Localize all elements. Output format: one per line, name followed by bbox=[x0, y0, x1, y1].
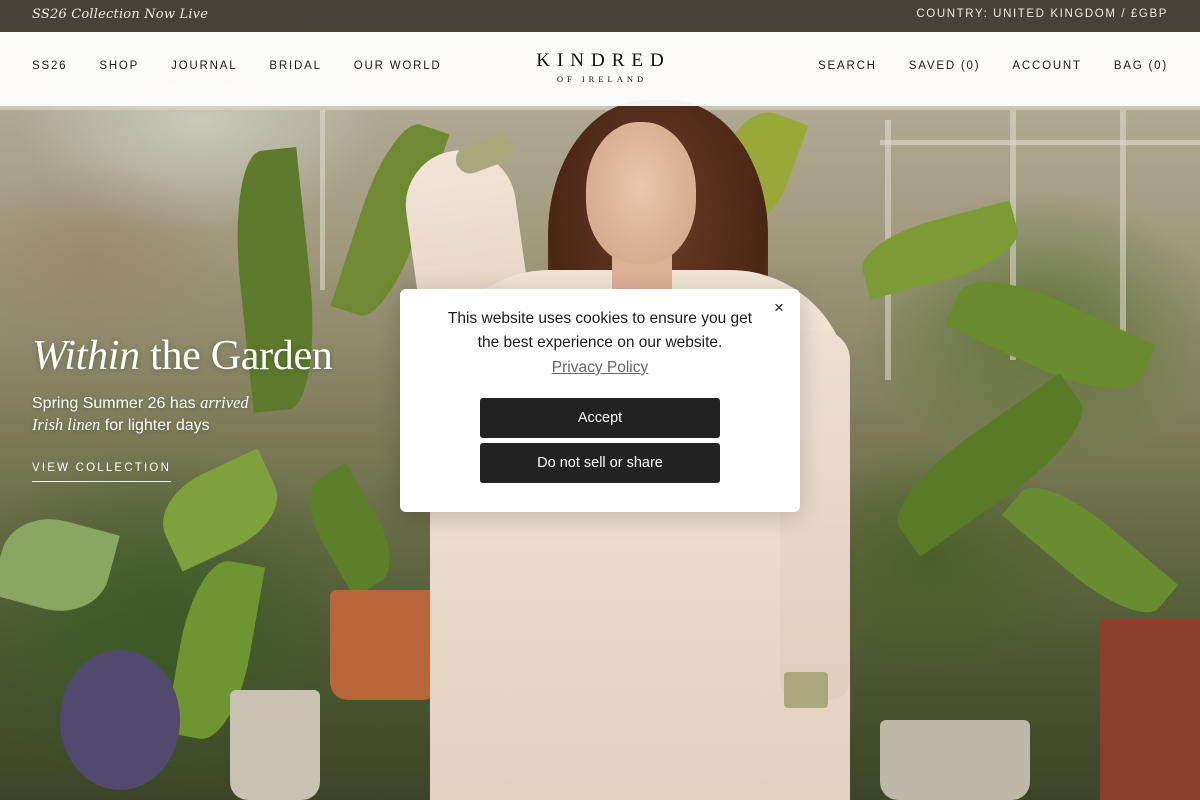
hero-title-rest: the Garden bbox=[139, 333, 333, 379]
nav-item-our-world[interactable]: OUR WORLD bbox=[354, 60, 442, 72]
hero-copy: Within the Garden Spring Summer 26 has a… bbox=[32, 332, 333, 482]
logo-wordmark: KINDRED bbox=[536, 50, 671, 71]
hero-sub-plain-1: Spring Summer 26 has bbox=[32, 395, 201, 412]
plant-pot bbox=[880, 720, 1030, 800]
main-nav: SS26 SHOP JOURNAL BRIDAL OUR WORLD KINDR… bbox=[0, 32, 1200, 106]
plant-pot bbox=[330, 590, 440, 700]
plant-leaf bbox=[294, 463, 406, 597]
logo-subtitle: OF IRELAND bbox=[556, 74, 648, 84]
greenhouse-frame bbox=[880, 140, 1200, 145]
nav-item-shop[interactable]: SHOP bbox=[99, 60, 139, 72]
cookie-message: This website uses cookies to ensure you … bbox=[447, 310, 753, 351]
plant-pot bbox=[230, 690, 320, 800]
hero-title: Within the Garden bbox=[32, 332, 333, 380]
greenhouse-frame bbox=[0, 106, 1200, 110]
close-icon[interactable]: × bbox=[768, 297, 790, 319]
nav-right-menu: SEARCH SAVED (0) ACCOUNT BAG (0) bbox=[818, 60, 1168, 72]
plant-leaf bbox=[0, 507, 120, 623]
hero-title-italic: Within bbox=[32, 333, 140, 379]
announcement-text[interactable]: SS26 Collection Now Live bbox=[32, 7, 208, 22]
hero-subtitle-line-1: Spring Summer 26 has arrived bbox=[32, 392, 333, 414]
nav-item-ss26[interactable]: SS26 bbox=[32, 60, 67, 72]
do-not-sell-button[interactable]: Do not sell or share bbox=[480, 443, 720, 483]
nav-search[interactable]: SEARCH bbox=[818, 60, 877, 72]
greenhouse-frame bbox=[1120, 110, 1126, 350]
model-cuff bbox=[784, 672, 828, 708]
country-selector[interactable]: COUNTRY: UNITED KINGDOM / £GBP bbox=[916, 8, 1168, 20]
brick-wall bbox=[1100, 620, 1200, 800]
hero-subtitle: Spring Summer 26 has arrived Irish linen… bbox=[32, 392, 333, 436]
plant-leaf bbox=[1001, 469, 1179, 631]
hero-sub-italic-1: arrived bbox=[200, 393, 249, 412]
accept-button[interactable]: Accept bbox=[480, 398, 720, 438]
cookie-modal: × This website uses cookies to ensure yo… bbox=[400, 289, 800, 512]
view-collection-link[interactable]: VIEW COLLECTION bbox=[32, 462, 172, 482]
hero-subtitle-line-2: Irish linen for lighter days bbox=[32, 414, 333, 436]
hero-sub-italic-2: Irish linen bbox=[32, 415, 101, 434]
announcement-bar: SS26 Collection Now Live COUNTRY: UNITED… bbox=[0, 0, 1200, 32]
nav-account[interactable]: ACCOUNT bbox=[1012, 60, 1081, 72]
model-face bbox=[586, 122, 696, 264]
nav-item-bridal[interactable]: BRIDAL bbox=[269, 60, 321, 72]
nav-bag[interactable]: BAG (0) bbox=[1114, 60, 1168, 72]
nav-saved[interactable]: SAVED (0) bbox=[909, 60, 981, 72]
brand-logo[interactable]: KINDRED OF IRELAND bbox=[500, 50, 700, 84]
privacy-policy-link[interactable]: Privacy Policy bbox=[552, 359, 648, 377]
greenhouse-frame bbox=[320, 110, 325, 290]
nav-item-journal[interactable]: JOURNAL bbox=[171, 60, 237, 72]
nav-left-menu: SS26 SHOP JOURNAL BRIDAL OUR WORLD bbox=[32, 60, 442, 72]
flower-bush bbox=[60, 650, 180, 790]
hero-sub-plain-2: for lighter days bbox=[100, 417, 210, 434]
